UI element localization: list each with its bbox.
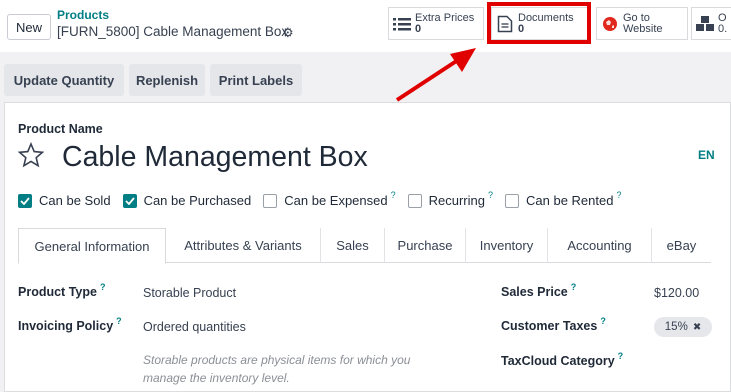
form-tabs: General Information Attributes & Variant… [18, 228, 711, 264]
breadcrumb-products[interactable]: Products [57, 8, 109, 22]
control-panel: New Products [FURN_5800] Cable Managemen… [0, 0, 731, 52]
can-be-purchased-checkbox[interactable]: Can be Purchased [122, 193, 252, 208]
customer-taxes-label: Customer Taxes? [501, 316, 606, 333]
checkbox-empty-icon [263, 193, 278, 208]
more-stat-line2: 0. [718, 22, 728, 35]
tab-sales[interactable]: Sales [321, 228, 385, 263]
go-to-website-button[interactable]: Go to Website [596, 7, 688, 40]
help-tooltip-icon[interactable]: ? [616, 190, 621, 200]
help-tooltip-icon[interactable]: ? [571, 282, 577, 292]
checkbox-checked-icon [122, 193, 137, 208]
replenish-button[interactable]: Replenish [129, 64, 205, 96]
remove-tag-icon[interactable]: ✖ [693, 322, 701, 333]
invoicing-policy-label: Invoicing Policy? [18, 316, 122, 333]
product-name-label: Product Name [18, 122, 103, 136]
help-tooltip-icon[interactable]: ? [100, 282, 106, 292]
update-quantity-button[interactable]: Update Quantity [4, 64, 124, 96]
new-button[interactable]: New [7, 14, 51, 40]
tab-general-information[interactable]: General Information [18, 228, 166, 264]
list-icon [389, 17, 415, 31]
print-labels-button[interactable]: Print Labels [210, 64, 302, 96]
product-options: Can be Sold Can be Purchased Can be Expe… [18, 190, 633, 208]
can-be-sold-label: Can be Sold [39, 193, 111, 208]
sales-price-field[interactable]: $120.00 [654, 286, 699, 300]
help-tooltip-icon[interactable]: ? [618, 351, 624, 361]
language-toggle[interactable]: EN [698, 148, 715, 162]
tab-inventory[interactable]: Inventory [466, 228, 548, 263]
can-be-rented-label: Can be Rented [526, 193, 614, 208]
can-be-sold-checkbox[interactable]: Can be Sold [18, 193, 111, 208]
recurring-label: Recurring [428, 193, 485, 208]
tax-tag[interactable]: 15% ✖ [654, 317, 712, 337]
recurring-checkbox[interactable]: Recurring? [407, 190, 493, 208]
can-be-purchased-label: Can be Purchased [143, 193, 252, 208]
extra-prices-button[interactable]: Extra Prices 0 [388, 7, 484, 40]
tax-tag-label: 15% [664, 321, 688, 333]
help-tooltip-icon[interactable]: ? [488, 190, 493, 200]
product-type-label: Product Type? [18, 282, 106, 299]
documents-highlight-box [487, 2, 591, 44]
more-stat-button[interactable]: O 0. [691, 7, 731, 40]
product-type-field[interactable]: Storable Product [143, 286, 236, 300]
extra-prices-label: Extra Prices [415, 11, 475, 24]
taxcloud-category-label: TaxCloud Category? [501, 351, 624, 368]
action-bar: Update Quantity Replenish Print Labels [0, 60, 731, 98]
breadcrumb-current: [FURN_5800] Cable Management Box [57, 24, 289, 39]
product-name-field[interactable]: Cable Management Box [62, 141, 368, 174]
tab-attributes-variants[interactable]: Attributes & Variants [166, 228, 321, 263]
sales-price-label: Sales Price? [501, 282, 577, 299]
can-be-rented-checkbox[interactable]: Can be Rented? [505, 190, 621, 208]
can-be-expensed-checkbox[interactable]: Can be Expensed? [263, 190, 396, 208]
checkbox-checked-icon [18, 193, 32, 208]
invoicing-policy-field[interactable]: Ordered quantities [143, 320, 246, 334]
cubes-icon [692, 15, 718, 33]
help-tooltip-icon[interactable]: ? [116, 316, 122, 326]
star-icon[interactable] [18, 142, 44, 168]
help-tooltip-icon[interactable]: ? [600, 316, 606, 326]
tab-ebay[interactable]: eBay [652, 228, 711, 263]
checkbox-empty-icon [407, 193, 422, 208]
tab-purchase[interactable]: Purchase [385, 228, 466, 263]
help-tooltip-icon[interactable]: ? [391, 190, 396, 200]
checkbox-empty-icon [505, 193, 519, 208]
website-label-line2: Website [623, 22, 663, 35]
extra-prices-count: 0 [415, 22, 422, 35]
tab-accounting[interactable]: Accounting [548, 228, 652, 263]
gear-icon[interactable]: ⚙ [282, 25, 294, 41]
can-be-expensed-label: Can be Expensed [284, 193, 388, 208]
globe-icon [597, 16, 623, 32]
